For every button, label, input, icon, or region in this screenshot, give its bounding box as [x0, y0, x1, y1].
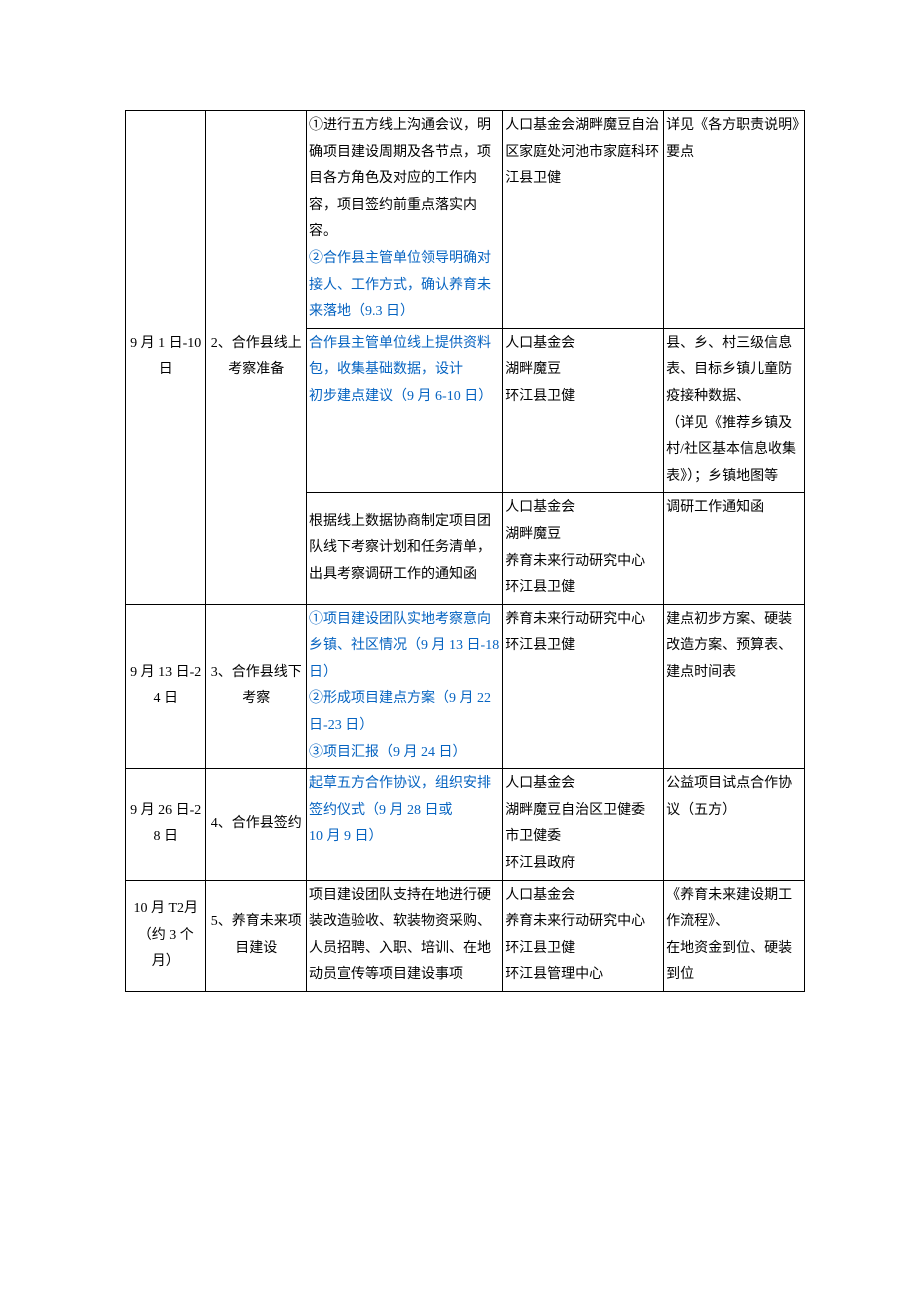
cell-content: 项目建设团队支持在地进行硬装改造验收、软装物资采购、人员招聘、入职、培训、在地动…	[307, 880, 503, 991]
cell-content: 根据线上数据协商制定项目团队线下考察计划和任务清单，出具考察调研工作的通知函	[307, 493, 503, 604]
cell-date: 10 月 T2月（约 3 个月）	[126, 880, 206, 991]
cell-resp: 人口基金会湖畔魔豆环江县卫健	[503, 328, 664, 493]
cell-task: 3、合作县线下考察	[206, 604, 307, 769]
cell-note: 《养育未来建设期工作流程》、在地资金到位、硬装到位	[664, 880, 805, 991]
cell-resp: 人口基金会湖畔魔豆自治区卫健委市卫健委环江县政府	[503, 769, 664, 880]
cell-resp: 人口基金会湖畔魔豆养育未来行动研究中心环江县卫健	[503, 493, 664, 604]
cell-resp: 人口基金会养育未来行动研究中心环江县卫健环江县管理中心	[503, 880, 664, 991]
cell-date: 9 月 1 日-10 日	[126, 111, 206, 605]
cell-content: ①进行五方线上沟通会议，明确项目建设周期及各节点，项目各方角色及对应的工作内容，…	[307, 111, 503, 329]
cell-content: ①项目建设团队实地考察意向乡镇、社区情况（9 月 13 日-18 日）②形成项目…	[307, 604, 503, 769]
cell-content: 合作县主管单位线上提供资料包，收集基础数据，设计初步建点建议（9 月 6-10 …	[307, 328, 503, 493]
cell-date: 9 月 13 日-24 日	[126, 604, 206, 769]
cell-resp: 人口基金会湖畔魔豆自治区家庭处河池市家庭科环江县卫健	[503, 111, 664, 329]
cell-date: 9 月 26 日-28 日	[126, 769, 206, 880]
cell-task: 5、养育未来项目建设	[206, 880, 307, 991]
cell-content: 起草五方合作协议，组织安排签约仪式（9 月 28 日或10 月 9 日）	[307, 769, 503, 880]
table-row: 9 月 1 日-10 日 2、合作县线上考察准备 ①进行五方线上沟通会议，明确项…	[126, 111, 805, 329]
cell-task: 4、合作县签约	[206, 769, 307, 880]
table-row: 9 月 26 日-28 日 4、合作县签约 起草五方合作协议，组织安排签约仪式（…	[126, 769, 805, 880]
cell-note: 县、乡、村三级信息表、目标乡镇儿童防疫接种数据、（详见《推荐乡镇及村/社区基本信…	[664, 328, 805, 493]
cell-note: 建点初步方案、硬装改造方案、预算表、建点时间表	[664, 604, 805, 769]
cell-task: 2、合作县线上考察准备	[206, 111, 307, 605]
schedule-table: 9 月 1 日-10 日 2、合作县线上考察准备 ①进行五方线上沟通会议，明确项…	[125, 110, 805, 992]
document-page: 9 月 1 日-10 日 2、合作县线上考察准备 ①进行五方线上沟通会议，明确项…	[0, 0, 920, 992]
cell-note: 公益项目试点合作协议（五方）	[664, 769, 805, 880]
cell-note: 详见《各方职责说明》要点	[664, 111, 805, 329]
cell-note: 调研工作通知函	[664, 493, 805, 604]
table-row: 10 月 T2月（约 3 个月） 5、养育未来项目建设 项目建设团队支持在地进行…	[126, 880, 805, 991]
table-row: 9 月 13 日-24 日 3、合作县线下考察 ①项目建设团队实地考察意向乡镇、…	[126, 604, 805, 769]
cell-resp: 养育未来行动研究中心环江县卫健	[503, 604, 664, 769]
